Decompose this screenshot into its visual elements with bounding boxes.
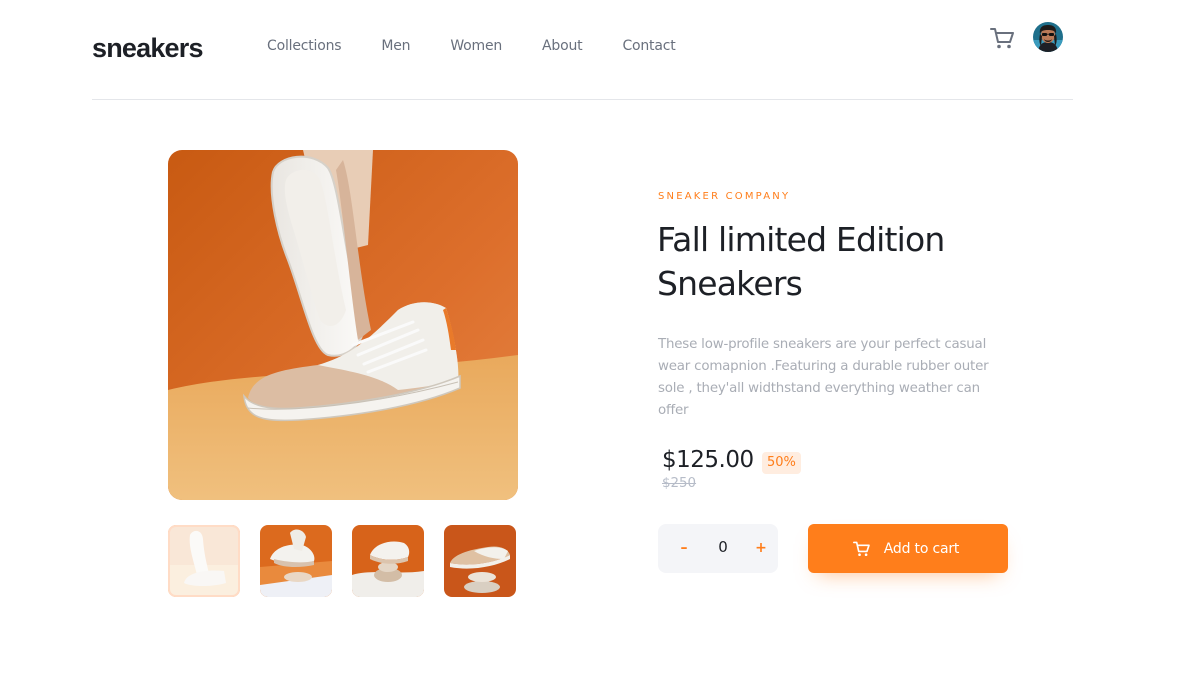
increase-quantity-button[interactable]: +: [741, 524, 781, 573]
main-nav: Collections Men Women About Contact: [267, 38, 716, 54]
cart-icon: [852, 540, 871, 558]
cart-icon[interactable]: [988, 25, 1016, 51]
nav-link-collections[interactable]: Collections: [267, 38, 342, 54]
product-main-image[interactable]: [168, 150, 518, 500]
add-to-cart-button[interactable]: Add to cart: [808, 524, 1008, 573]
add-to-cart-label: Add to cart: [883, 540, 960, 557]
nav-link-women[interactable]: Women: [450, 38, 502, 54]
product-description: These low-profile sneakers are your perf…: [658, 337, 989, 418]
decrease-quantity-button[interactable]: –: [664, 524, 704, 573]
product-title: Fall limited Edition Sneakers: [657, 220, 945, 303]
thumbnail-strip: [168, 525, 536, 597]
nav-link-men[interactable]: Men: [381, 38, 410, 54]
nav-link-about[interactable]: About: [542, 38, 583, 54]
thumbnail-1[interactable]: [168, 525, 240, 597]
thumbnail-3[interactable]: [352, 525, 424, 597]
company-name: SNEAKER COMPANY: [658, 191, 791, 202]
thumbnail-2[interactable]: [260, 525, 332, 597]
original-price: $250: [662, 476, 697, 491]
quantity-stepper: 0 – +: [658, 524, 778, 573]
current-price: $125.00: [662, 447, 754, 473]
header-divider: [92, 99, 1073, 100]
thumbnail-4[interactable]: [444, 525, 516, 597]
logo[interactable]: sneakers: [92, 33, 204, 64]
avatar[interactable]: [1033, 22, 1063, 52]
discount-badge: 50%: [762, 452, 801, 474]
nav-link-contact[interactable]: Contact: [622, 38, 675, 54]
